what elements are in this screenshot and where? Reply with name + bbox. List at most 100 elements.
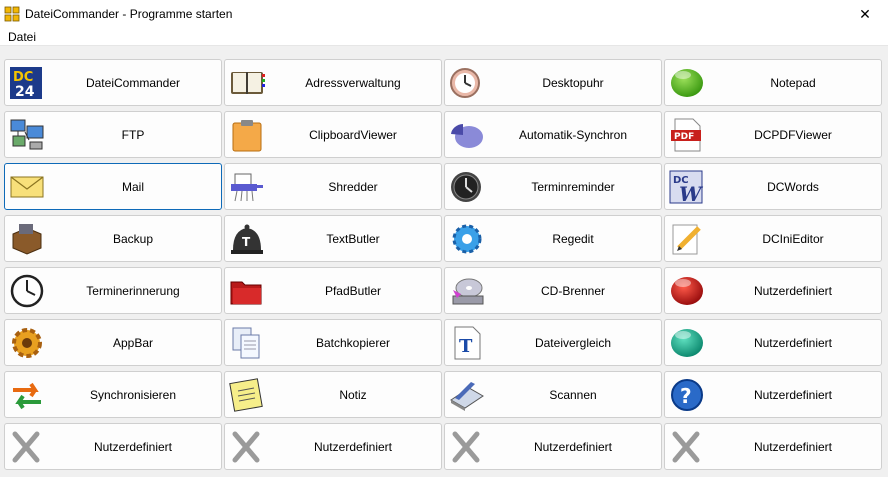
- program-button[interactable]: Batchkopierer: [224, 319, 442, 366]
- program-button[interactable]: DCIniEditor: [664, 215, 882, 262]
- program-button[interactable]: Scannen: [444, 371, 662, 418]
- svg-text:?: ?: [680, 384, 692, 408]
- envelope-icon: [9, 170, 45, 204]
- red-folder-icon: [229, 274, 265, 308]
- program-button-label: Nutzerdefiniert: [753, 335, 833, 350]
- program-button-label: DCIniEditor: [762, 231, 824, 246]
- backup-box-icon: [9, 222, 45, 256]
- program-button[interactable]: Nutzerdefiniert: [224, 423, 442, 470]
- pie-chart-icon: [449, 118, 485, 152]
- program-button-label: DateiCommander: [85, 75, 181, 90]
- program-button-label: Mail: [121, 179, 144, 194]
- program-button-label: Batchkopierer: [315, 335, 391, 350]
- program-button-label: DCPDFViewer: [754, 127, 832, 142]
- question-mark-icon: ?: [669, 378, 705, 412]
- program-button[interactable]: PfadButler: [224, 267, 442, 314]
- program-button-label: Regedit: [552, 231, 594, 246]
- program-button-label: FTP: [121, 127, 145, 142]
- butler-bell-icon: T: [229, 222, 265, 256]
- program-button[interactable]: DC W DCWords: [664, 163, 882, 210]
- svg-text:PDF: PDF: [674, 132, 694, 142]
- svg-text:T: T: [459, 336, 473, 357]
- program-button[interactable]: Synchronisieren: [4, 371, 222, 418]
- green-ball-icon: [669, 66, 705, 100]
- program-button[interactable]: ClipboardViewer: [224, 111, 442, 158]
- gray-x-icon: [229, 430, 265, 464]
- program-button[interactable]: T TextButler: [224, 215, 442, 262]
- program-button-label: Terminreminder: [531, 179, 615, 194]
- program-button-label: Backup: [112, 231, 154, 246]
- text-document-icon: T: [449, 326, 485, 360]
- program-button[interactable]: PDF DCPDFViewer: [664, 111, 882, 158]
- cd-drive-icon: [449, 274, 485, 308]
- title-bar[interactable]: DateiCommander - Programme starten ✕: [0, 0, 888, 28]
- gray-x-icon: [449, 430, 485, 464]
- program-button-label: DCWords: [767, 179, 819, 194]
- program-button[interactable]: ? Nutzerdefiniert: [664, 371, 882, 418]
- program-button[interactable]: Regedit: [444, 215, 662, 262]
- program-button[interactable]: Shredder: [224, 163, 442, 210]
- sticky-note-icon: [229, 378, 265, 412]
- program-button[interactable]: AppBar: [4, 319, 222, 366]
- program-button-label: Dateivergleich: [534, 335, 612, 350]
- program-button-label: Terminerinnerung: [86, 283, 180, 298]
- program-button[interactable]: FTP: [4, 111, 222, 158]
- program-button[interactable]: Nutzerdefiniert: [664, 319, 882, 366]
- program-button[interactable]: Desktopuhr: [444, 59, 662, 106]
- gray-x-icon: [9, 430, 45, 464]
- program-button[interactable]: Adressverwaltung: [224, 59, 442, 106]
- menu-bar: Datei: [0, 28, 888, 46]
- four-squares-icon: [4, 6, 20, 22]
- program-button[interactable]: DC 24 DateiCommander: [4, 59, 222, 106]
- clipboard-icon: [229, 118, 265, 152]
- program-button[interactable]: Mail: [4, 163, 222, 210]
- address-book-icon: [229, 66, 265, 100]
- wall-clock-icon: [9, 274, 45, 308]
- svg-text:T: T: [242, 235, 251, 249]
- program-button[interactable]: Automatik-Synchron: [444, 111, 662, 158]
- program-button-label: Desktopuhr: [542, 75, 604, 90]
- svg-text:DC: DC: [13, 70, 33, 85]
- program-button-label: ClipboardViewer: [309, 127, 397, 142]
- program-button[interactable]: T Dateivergleich: [444, 319, 662, 366]
- menu-item-datei[interactable]: Datei: [8, 30, 36, 44]
- program-button-label: CD-Brenner: [540, 283, 606, 298]
- program-button-label: Synchronisieren: [89, 387, 177, 402]
- program-button[interactable]: Nutzerdefiniert: [664, 423, 882, 470]
- program-button-label: Nutzerdefiniert: [753, 283, 833, 298]
- dark-clock-icon: [449, 170, 485, 204]
- program-button[interactable]: Notiz: [224, 371, 442, 418]
- program-button-label: Scannen: [549, 387, 597, 402]
- program-button[interactable]: Terminerinnerung: [4, 267, 222, 314]
- gray-x-icon: [669, 430, 705, 464]
- close-icon: ✕: [859, 5, 871, 22]
- program-button-label: Notiz: [339, 387, 367, 402]
- program-button[interactable]: Backup: [4, 215, 222, 262]
- program-button-label: Nutzerdefiniert: [753, 387, 833, 402]
- program-button[interactable]: Notepad: [664, 59, 882, 106]
- program-button[interactable]: Nutzerdefiniert: [664, 267, 882, 314]
- window-title: DateiCommander - Programme starten: [25, 7, 233, 21]
- program-button[interactable]: Terminreminder: [444, 163, 662, 210]
- teal-ball-icon: [669, 326, 705, 360]
- desk-clock-icon: [449, 66, 485, 100]
- program-button-label: Automatik-Synchron: [518, 127, 628, 142]
- program-button-label: Nutzerdefiniert: [533, 439, 613, 454]
- program-button-label: PfadButler: [324, 283, 382, 298]
- orange-gear-icon: [9, 326, 45, 360]
- program-button-label: Notepad: [770, 75, 816, 90]
- program-button[interactable]: Nutzerdefiniert: [4, 423, 222, 470]
- close-button[interactable]: ✕: [842, 0, 888, 28]
- svg-text:24: 24: [15, 84, 35, 100]
- shredder-icon: [229, 170, 265, 204]
- sync-arrows-icon: [9, 378, 45, 412]
- dc24-logo-icon: DC 24: [9, 66, 45, 100]
- blue-gear-icon: [449, 222, 485, 256]
- program-button[interactable]: Nutzerdefiniert: [444, 423, 662, 470]
- program-button-label: AppBar: [112, 335, 154, 350]
- program-button[interactable]: CD-Brenner: [444, 267, 662, 314]
- note-pencil-icon: [669, 222, 705, 256]
- program-grid: DC 24 DateiCommander Adressverwaltung Des…: [4, 59, 882, 470]
- program-button-label: Nutzerdefiniert: [753, 439, 833, 454]
- program-button-label: Nutzerdefiniert: [93, 439, 173, 454]
